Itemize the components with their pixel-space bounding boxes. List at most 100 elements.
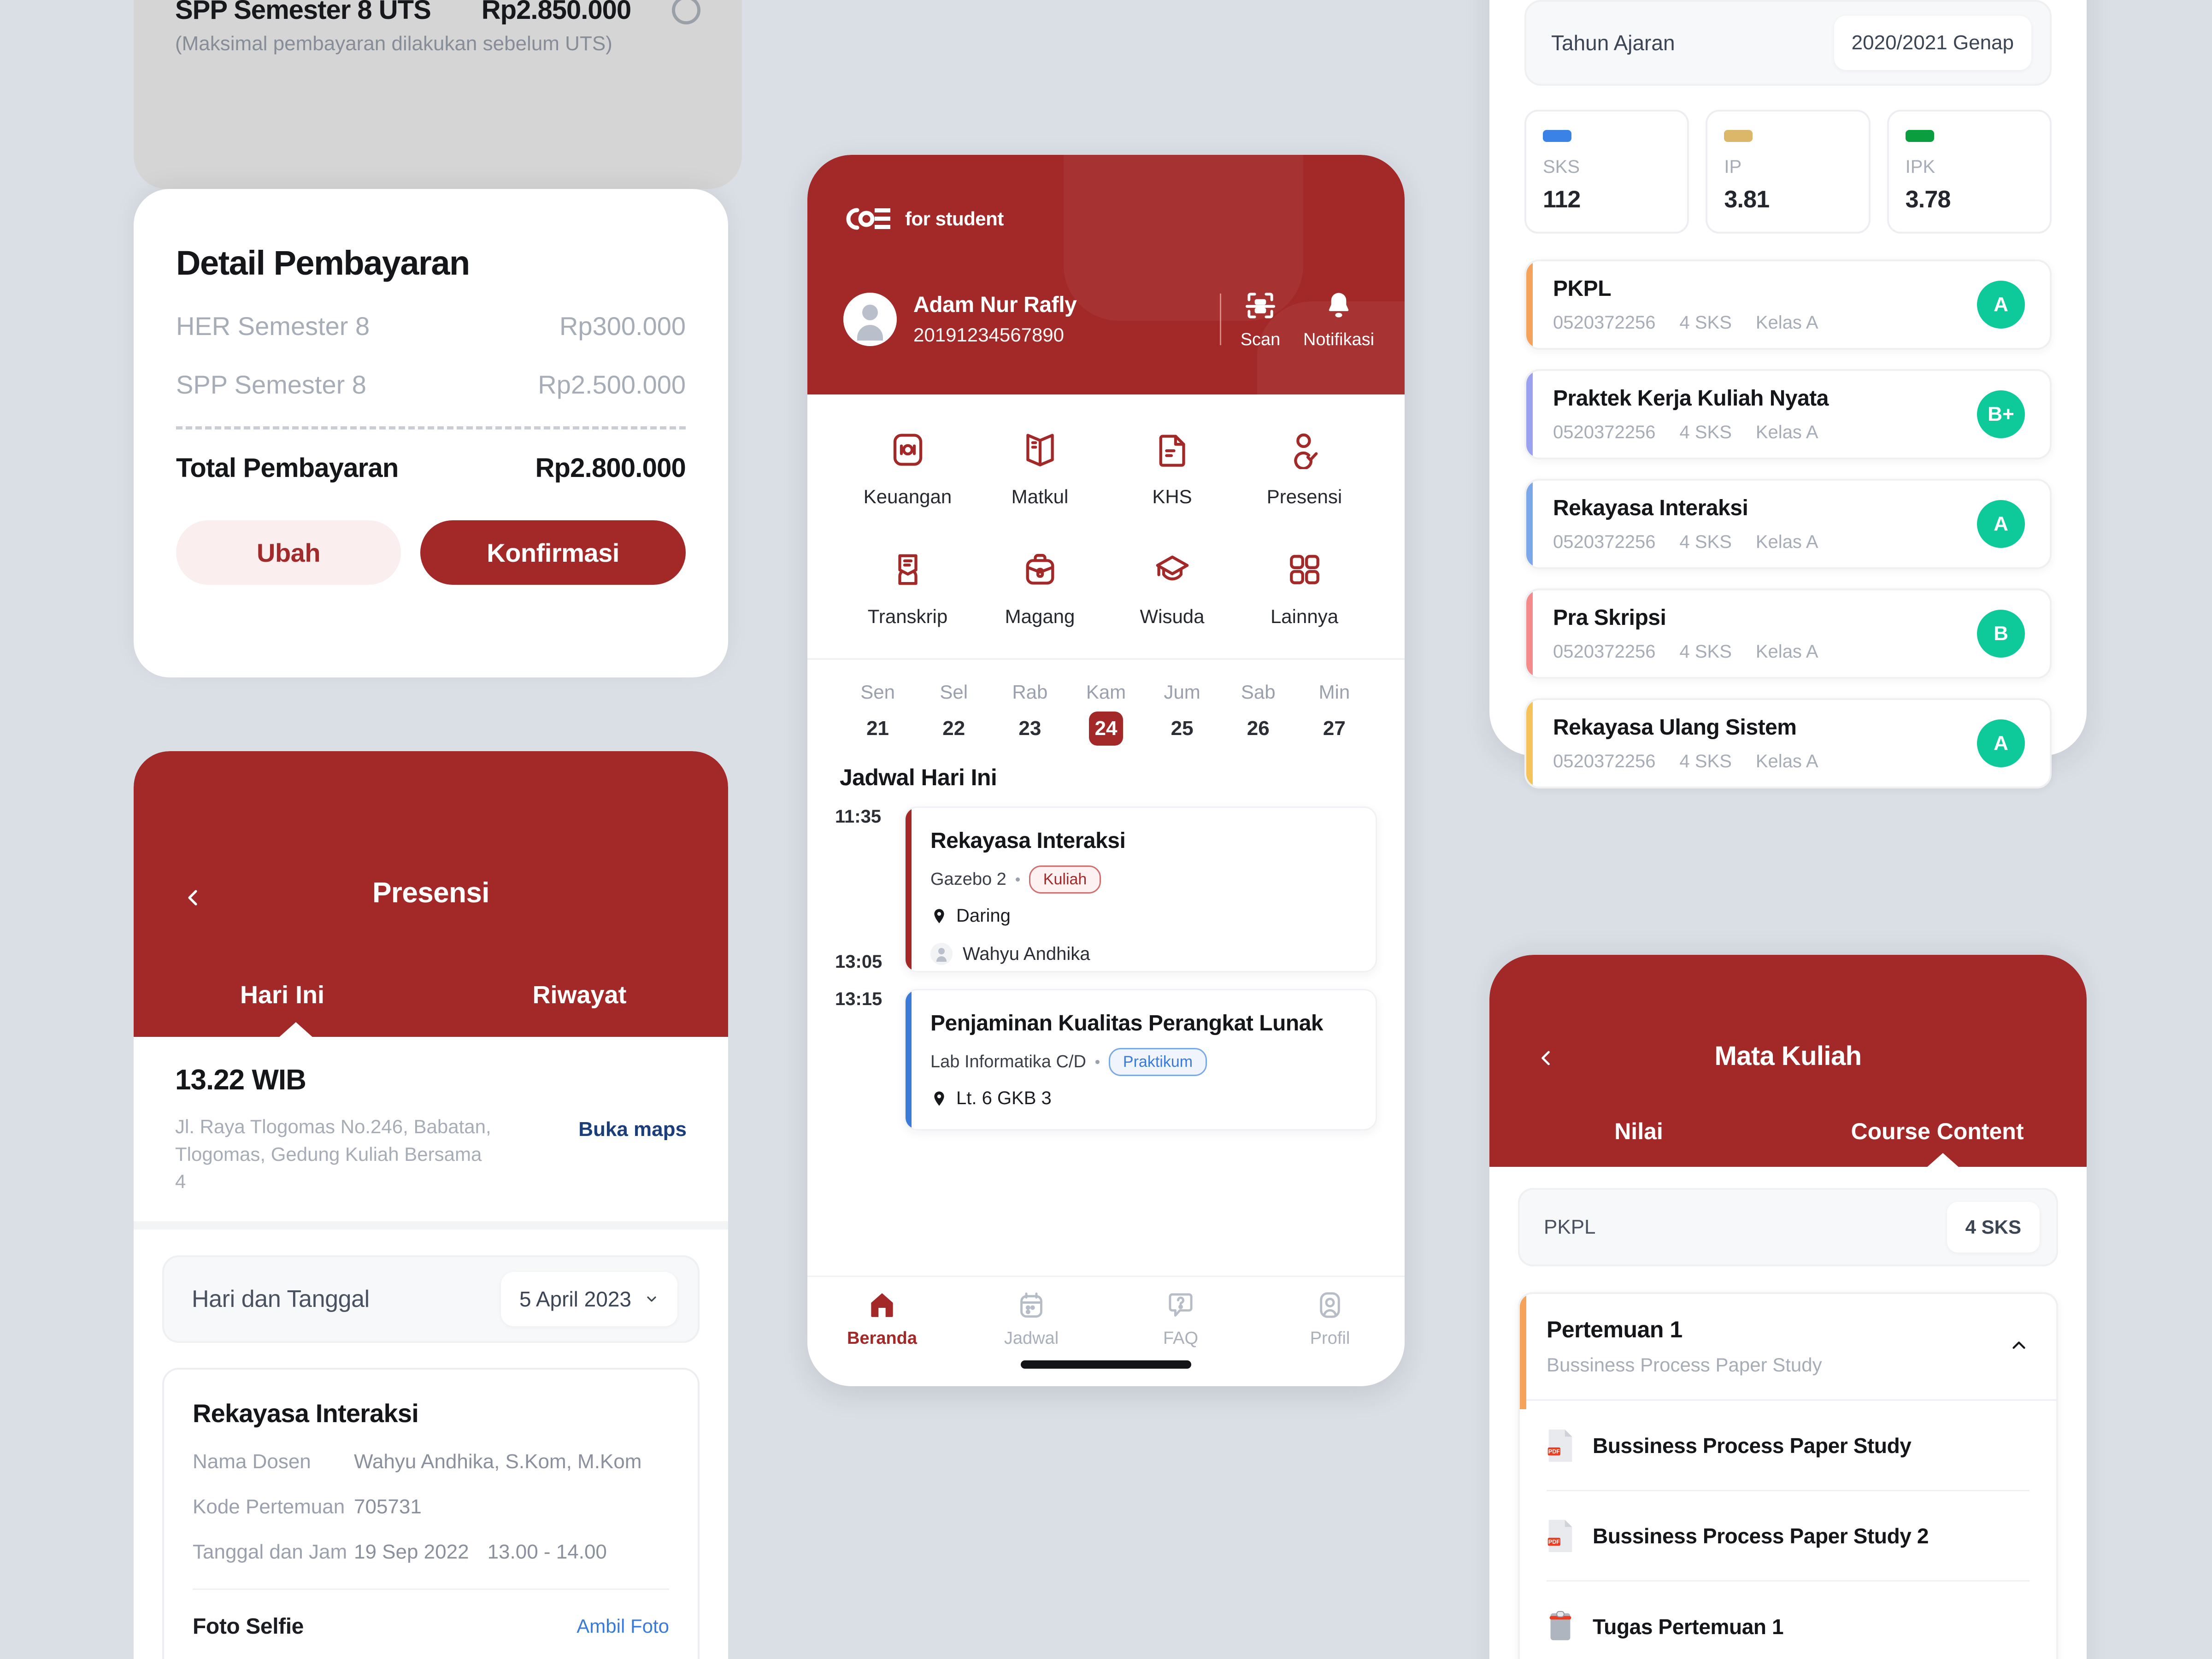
nav-item-profil[interactable]: Profil bbox=[1255, 1289, 1405, 1348]
menu-item-wisuda[interactable]: Wisuda bbox=[1106, 547, 1238, 628]
payment-bg-row[interactable]: SPP Semester 8 UTS Rp2.850.000 bbox=[175, 0, 700, 25]
tab-nilai[interactable]: Nilai bbox=[1489, 1118, 1788, 1145]
tab-course-content[interactable]: Course Content bbox=[1788, 1118, 2087, 1145]
payment-total-amount: Rp2.800.000 bbox=[535, 453, 686, 483]
notification-action[interactable]: Notifikasi bbox=[1300, 288, 1378, 350]
user-nim: 20191234567890 bbox=[913, 324, 1065, 346]
khs-course-row[interactable]: Praktek Kerja Kuliah Nyata 0520372256 4 … bbox=[1524, 369, 2052, 459]
day-number: 23 bbox=[1018, 717, 1041, 740]
stats-row: SKS 112 IP 3.81 IPK 3.78 bbox=[1524, 110, 2052, 234]
schedule-list: 11:35 13:05 Rekayasa Interaksi Gazebo 2 … bbox=[807, 791, 1405, 1130]
course-meta: 0520372256 4 SKS Kelas A bbox=[1553, 641, 1818, 662]
course-sks: 4 SKS bbox=[1679, 422, 1732, 442]
nav-item-faq[interactable]: FAQ bbox=[1106, 1289, 1255, 1348]
menu-item-magang[interactable]: Magang bbox=[974, 547, 1106, 628]
svg-text:PDF: PDF bbox=[1548, 1539, 1560, 1545]
edit-payment-button[interactable]: Ubah bbox=[176, 520, 401, 585]
quick-menu-grid: Keuangan Matkul KHS Presensi Transkrip M… bbox=[807, 394, 1405, 658]
payment-sheet-title: Detail Pembayaran bbox=[176, 244, 470, 282]
menu-item-presensi[interactable]: Presensi bbox=[1238, 428, 1371, 508]
course-sks: 4 SKS bbox=[1679, 312, 1732, 333]
home-icon bbox=[807, 1289, 957, 1321]
tab-riwayat[interactable]: Riwayat bbox=[431, 981, 728, 1009]
profile-icon bbox=[1255, 1289, 1405, 1321]
day-cell[interactable]: Sab 26 bbox=[1220, 681, 1296, 746]
course-info: Rekayasa Ulang Sistem 0520372256 4 SKS K… bbox=[1553, 715, 1818, 772]
course-class: Kelas A bbox=[1755, 532, 1818, 552]
stat-color-swatch bbox=[1543, 130, 1571, 142]
day-cell[interactable]: Sel 22 bbox=[916, 681, 992, 746]
day-name: Sel bbox=[940, 681, 968, 703]
day-cell[interactable]: Rab 23 bbox=[992, 681, 1068, 746]
bottom-navigation: Beranda Jadwal FAQ Profil bbox=[807, 1276, 1405, 1386]
chevron-up-icon[interactable] bbox=[2008, 1335, 2030, 1356]
menu-item-lainnya[interactable]: Lainnya bbox=[1238, 547, 1371, 628]
schedule-location-row: Lt. 6 GKB 3 bbox=[930, 1088, 1355, 1109]
schedule-card[interactable]: Rekayasa Interaksi Gazebo 2 Kuliah Darin… bbox=[904, 806, 1377, 972]
course-meta: 0520372256 4 SKS Kelas A bbox=[1553, 532, 1818, 553]
pdf-file-icon: PDF bbox=[1547, 1519, 1574, 1553]
take-photo-link[interactable]: Ambil Foto bbox=[577, 1615, 669, 1637]
lecturer-avatar-icon bbox=[930, 943, 953, 965]
payment-total-row: Total Pembayaran Rp2.800.000 bbox=[176, 453, 686, 483]
payment-bg-radio[interactable] bbox=[672, 0, 700, 24]
confirm-payment-button[interactable]: Konfirmasi bbox=[420, 520, 686, 585]
nav-label: Jadwal bbox=[1004, 1329, 1059, 1348]
scan-label: Scan bbox=[1240, 330, 1281, 349]
grade-badge: A bbox=[1977, 500, 2025, 548]
schedule-room: Lab Informatika C/D bbox=[930, 1052, 1086, 1071]
day-cell[interactable]: Jum 25 bbox=[1144, 681, 1220, 746]
mata-kuliah-screen: Mata Kuliah Nilai Course Content PKPL 4 … bbox=[1489, 955, 2087, 1659]
presensi-course-card: Rekayasa Interaksi Nama Dosen Wahyu Andh… bbox=[162, 1367, 700, 1659]
course-accent-bar bbox=[1526, 590, 1533, 677]
course-code: 0520372256 bbox=[1553, 641, 1656, 662]
date-selector-value[interactable]: 5 April 2023 bbox=[501, 1271, 677, 1326]
mata-kuliah-tabs: Nilai Course Content bbox=[1489, 1118, 2087, 1145]
day-cell-selected[interactable]: Kam 24 bbox=[1068, 681, 1144, 746]
day-number: 22 bbox=[942, 717, 965, 740]
nav-label: FAQ bbox=[1163, 1329, 1199, 1348]
open-maps-link[interactable]: Buka maps bbox=[578, 1118, 687, 1141]
payment-line-amount: Rp2.500.000 bbox=[538, 370, 686, 399]
menu-item-khs[interactable]: KHS bbox=[1106, 428, 1238, 508]
nav-item-jadwal[interactable]: Jadwal bbox=[957, 1289, 1106, 1348]
academic-year-selector[interactable]: Tahun Ajaran 2020/2021 Genap bbox=[1524, 0, 2052, 86]
tab-hari-ini[interactable]: Hari Ini bbox=[134, 981, 431, 1009]
academic-year-value[interactable]: 2020/2021 Genap bbox=[1834, 16, 2031, 70]
schedule-card[interactable]: Penjaminan Kualitas Perangkat Lunak Lab … bbox=[904, 989, 1377, 1130]
day-cell[interactable]: Min 27 bbox=[1296, 681, 1372, 746]
meeting-subtitle: Bussiness Process Paper Study bbox=[1547, 1354, 1822, 1376]
file-row[interactable]: Tugas Pertemuan 1 bbox=[1547, 1582, 2030, 1659]
khs-course-row[interactable]: Pra Skripsi 0520372256 4 SKS Kelas A B bbox=[1524, 588, 2052, 679]
presensi-header: Presensi Hari Ini Riwayat bbox=[134, 751, 728, 1038]
payment-total-label: Total Pembayaran bbox=[176, 453, 399, 483]
course-accent-bar bbox=[1526, 261, 1533, 348]
course-selector[interactable]: PKPL 4 SKS bbox=[1518, 1188, 2058, 1266]
menu-item-transkrip[interactable]: Transkrip bbox=[841, 547, 974, 628]
schedule-subline: Lab Informatika C/D Praktikum bbox=[930, 1048, 1355, 1076]
payment-actions: Ubah Konfirmasi bbox=[176, 520, 686, 585]
khs-course-row[interactable]: PKPL 0520372256 4 SKS Kelas A A bbox=[1524, 259, 2052, 350]
file-name: Bussiness Process Paper Study 2 bbox=[1593, 1524, 1929, 1548]
course-accent-bar bbox=[1526, 371, 1533, 458]
khs-course-row[interactable]: Rekayasa Interaksi 0520372256 4 SKS Kela… bbox=[1524, 479, 2052, 569]
course-info: PKPL 0520372256 4 SKS Kelas A bbox=[1553, 276, 1818, 333]
nav-item-beranda[interactable]: Beranda bbox=[807, 1289, 957, 1348]
scan-action[interactable]: Scan bbox=[1221, 288, 1300, 350]
course-name: Pra Skripsi bbox=[1553, 606, 1666, 630]
day-cell[interactable]: Sen 21 bbox=[840, 681, 916, 746]
course-detail-row: Nama Dosen Wahyu Andhika, S.Kom, M.Kom bbox=[193, 1450, 669, 1473]
schedule-location: Lt. 6 GKB 3 bbox=[956, 1088, 1052, 1108]
menu-item-keuangan[interactable]: Keuangan bbox=[841, 428, 974, 508]
file-row[interactable]: PDF Bussiness Process Paper Study bbox=[1547, 1401, 2030, 1491]
menu-item-matkul[interactable]: Matkul bbox=[974, 428, 1106, 508]
grade-badge: A bbox=[1977, 719, 2025, 767]
nav-label: Beranda bbox=[847, 1329, 918, 1348]
khs-course-row[interactable]: Rekayasa Ulang Sistem 0520372256 4 SKS K… bbox=[1524, 698, 2052, 788]
avatar[interactable] bbox=[843, 292, 897, 346]
course-sks: 4 SKS bbox=[1679, 751, 1732, 771]
payment-background-card: SPP Semester 8 UTS Rp2.850.000 (Maksimal… bbox=[134, 0, 742, 189]
date-selector[interactable]: Hari dan Tanggal 5 April 2023 bbox=[162, 1255, 700, 1343]
meeting-header[interactable]: Pertemuan 1 Bussiness Process Paper Stud… bbox=[1520, 1294, 2056, 1399]
file-row[interactable]: PDF Bussiness Process Paper Study 2 bbox=[1547, 1491, 2030, 1582]
